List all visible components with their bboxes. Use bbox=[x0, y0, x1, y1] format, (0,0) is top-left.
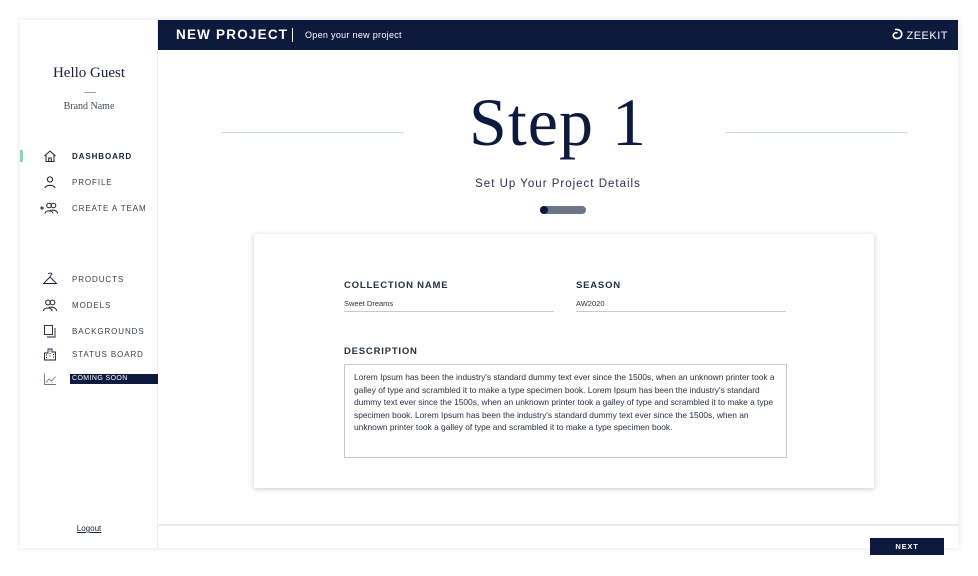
step-subtitle: Set Up Your Project Details bbox=[475, 178, 641, 190]
home-icon bbox=[42, 148, 58, 164]
sidebar-item-label: PRODUCTS bbox=[72, 274, 125, 284]
sidebar: Hello Guest Brand Name DASHBOARD PROFILE… bbox=[20, 20, 158, 548]
project-details-card: COLLECTION NAME SEASON DESCRIPTION Lorem… bbox=[254, 234, 874, 488]
greeting: Hello Guest bbox=[52, 65, 126, 81]
collection-name-input[interactable] bbox=[344, 296, 554, 312]
models-icon bbox=[42, 297, 58, 313]
sidebar-item-label: DASHBOARD bbox=[72, 151, 133, 161]
sidebar-item-create-team[interactable]: CREATE A TEAM bbox=[20, 199, 158, 217]
description-textarea[interactable]: Lorem Ipsum has been the industry's stan… bbox=[344, 364, 787, 458]
sidebar-item-label: PROFILE bbox=[72, 177, 113, 187]
step-heading: Step 1 bbox=[469, 84, 647, 160]
zeekit-logo-icon bbox=[892, 28, 903, 43]
sidebar-item-dashboard[interactable]: DASHBOARD bbox=[20, 147, 158, 165]
buildings-icon bbox=[42, 346, 58, 362]
coming-soon-badge: COMING SOON bbox=[70, 374, 158, 384]
season-label: SEASON bbox=[576, 280, 621, 291]
page-title: NEW PROJECT bbox=[176, 27, 289, 42]
add-team-icon bbox=[38, 200, 60, 216]
user-icon bbox=[42, 174, 58, 190]
chart-icon bbox=[42, 371, 58, 387]
greeting-divider bbox=[84, 92, 96, 93]
sidebar-item-products[interactable]: PRODUCTS bbox=[20, 270, 158, 288]
hanger-icon bbox=[42, 271, 58, 287]
next-button[interactable]: NEXT bbox=[870, 538, 944, 555]
progress-track bbox=[540, 206, 586, 214]
app-window: Hello Guest Brand Name DASHBOARD PROFILE… bbox=[20, 20, 958, 555]
sidebar-item-profile[interactable]: PROFILE bbox=[20, 173, 158, 191]
logout-link[interactable]: Logout bbox=[20, 524, 158, 533]
description-label: DESCRIPTION bbox=[344, 346, 418, 357]
progress-indicator bbox=[540, 206, 548, 214]
title-separator bbox=[292, 28, 293, 42]
top-bar: NEW PROJECT Open your new project ZEEKIT bbox=[158, 20, 958, 50]
sidebar-item-label: CREATE A TEAM bbox=[72, 203, 147, 213]
sidebar-item-status-board[interactable]: STATUS BOARD bbox=[20, 345, 158, 363]
logo-text: ZEEKIT bbox=[906, 29, 948, 42]
layers-icon bbox=[42, 323, 58, 339]
sidebar-item-label: MODELS bbox=[72, 300, 112, 310]
sidebar-item-label: BACKGROUNDS bbox=[72, 326, 145, 336]
sidebar-item-backgrounds[interactable]: BACKGROUNDS bbox=[20, 322, 158, 340]
collection-name-label: COLLECTION NAME bbox=[344, 280, 449, 291]
sidebar-item-models[interactable]: MODELS bbox=[20, 296, 158, 314]
brand-logo: ZEEKIT bbox=[892, 28, 948, 43]
main-content: Step 1 Set Up Your Project Details COLLE… bbox=[158, 50, 958, 555]
page-subtitle: Open your new project bbox=[305, 30, 402, 40]
footer-bar: NEXT bbox=[158, 524, 958, 555]
season-input[interactable] bbox=[576, 296, 786, 312]
sidebar-item-label: STATUS BOARD bbox=[72, 349, 144, 359]
brand-name: Brand Name bbox=[63, 101, 115, 112]
